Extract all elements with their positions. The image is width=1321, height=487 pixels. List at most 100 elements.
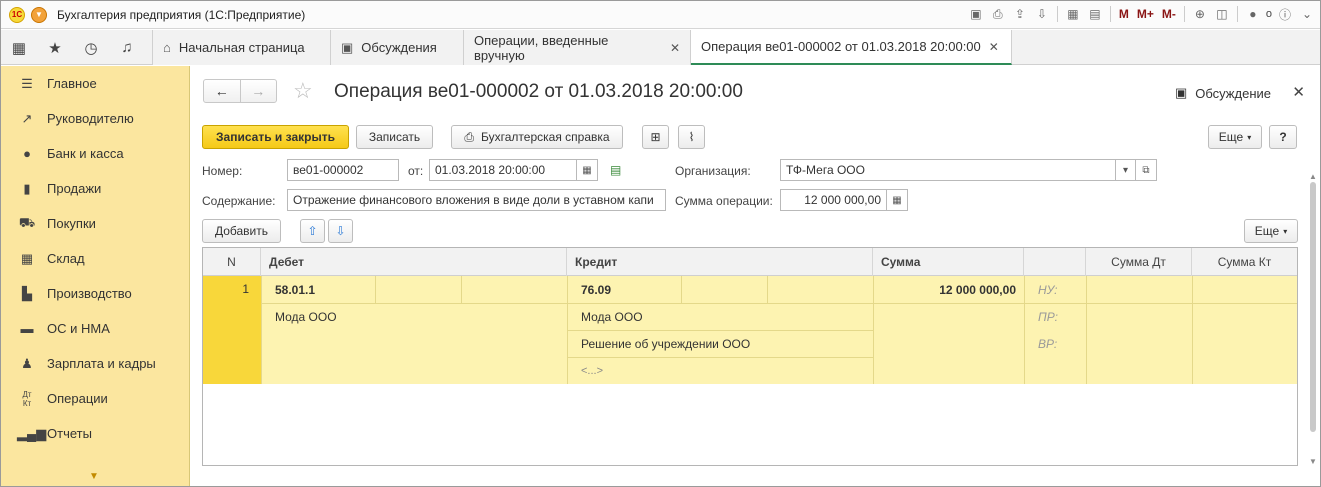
operation-sum-field[interactable]: 12 000 000,00 [780,189,887,211]
sidebar-item-main[interactable]: ☰ Главное [1,66,189,101]
tab-label: Начальная страница [178,40,305,55]
sidebar-item-purchases[interactable]: ⛟ Покупки [1,206,189,241]
sidebar-item-bank[interactable]: ● Банк и касса [1,136,189,171]
sidebar-item-label: Покупки [47,216,96,231]
panel-layout-icon[interactable]: ◫ [1213,5,1231,23]
favorite-star-icon[interactable]: ☆ [293,78,313,104]
column-header-sum-kt[interactable]: Сумма Кт [1192,248,1297,276]
sidebar-item-production[interactable]: ▙ Производство [1,276,189,311]
tax-label-nu: НУ: [1038,282,1058,297]
accounting-note-button[interactable]: ⎙ Бухгалтерская справка [451,125,623,149]
scroll-down-icon[interactable]: ▼ [1309,457,1317,466]
save-button[interactable]: Записать [356,125,433,149]
tax-label-pr: ПР: [1038,309,1058,324]
row-sum[interactable]: 12 000 000,00 [873,276,1016,303]
content-field[interactable]: Отражение финансового вложения в виде до… [287,189,666,211]
print-icon[interactable]: ⎙ [989,5,1007,23]
title-toolbar: ▣ ⎙ ⇪ ⇩ ▦ ▤ M M+ M- ⊕ ◫ ● о ⓘ ⌄ [967,5,1316,23]
debit-account[interactable]: 58.01.1 [275,276,315,303]
column-header-n[interactable]: N [203,248,261,276]
sidebar-item-warehouse[interactable]: ▦ Склад [1,241,189,276]
move-down-icon[interactable]: ⇩ [328,219,353,243]
user-name[interactable]: о [1266,8,1272,20]
credit-subconto-3[interactable]: <...> [581,357,603,384]
scroll-up-icon[interactable]: ▲ [1309,172,1317,181]
entries-table[interactable]: N Дебет Кредит Сумма Сумма Дт Сумма Кт 1 [202,247,1298,466]
column-header-sum[interactable]: Сумма [873,248,1024,276]
tax-label-vr: ВР: [1038,336,1058,351]
debit-subconto-1[interactable]: Мода ООО [275,303,337,330]
memory-m-button[interactable]: M [1117,7,1131,21]
form-scrollbar[interactable]: ▲ ▼ [1309,172,1317,466]
download-icon[interactable]: ⇩ [1033,5,1051,23]
quick-panel: ▦ ★ ◷ ♫ [1,30,153,65]
bag-icon: ▮ [23,180,31,196]
window-menu-icon[interactable]: ⌄ [1298,5,1316,23]
tab-discussions[interactable]: ▣ Обсуждения [331,30,464,65]
discussion-link[interactable]: ▣ Обсуждение [1175,85,1271,101]
sidebar-item-operations[interactable]: Дт Кт Операции [1,381,189,416]
save-icon[interactable]: ▣ [967,5,985,23]
move-up-icon[interactable]: ⇧ [300,219,325,243]
column-header-debit[interactable]: Дебет [261,248,567,276]
table-row[interactable]: 1 58.01.1 Мода ООО 76.09 Мода ООО Решени… [203,276,1297,384]
divider [461,276,462,303]
close-icon[interactable]: ✕ [1292,83,1305,101]
date-label: от: [408,164,424,178]
table-more-button[interactable]: Еще ▾ [1244,219,1298,243]
user-icon[interactable]: ● [1244,5,1262,23]
attach-button[interactable]: ⌇ [678,125,705,149]
sidebar-item-manager[interactable]: ↗ Руководителю [1,101,189,136]
column-header-credit[interactable]: Кредит [567,248,873,276]
favorites-star-icon[interactable]: ★ [37,30,73,65]
scroll-down-icon[interactable]: ▼ [89,471,99,482]
tab-operation-active[interactable]: Операция ве01-000002 от 01.03.2018 20:00… [691,30,1012,65]
tab-manual-operations[interactable]: Операции, введенные вручную ✕ [464,30,691,65]
divider [767,276,768,303]
save-and-close-button[interactable]: Записать и закрыть [202,125,349,149]
column-header-tax-type[interactable] [1024,248,1086,276]
help-button[interactable]: ? [1269,125,1297,149]
back-arrow-icon[interactable]: ← [204,80,240,102]
structure-button[interactable]: ⊞ [642,125,669,149]
zoom-icon[interactable]: ⊕ [1191,5,1209,23]
column-header-sum-dt[interactable]: Сумма Дт [1086,248,1192,276]
date-field[interactable]: 01.03.2018 20:00:00 [429,159,577,181]
trend-icon: ↗ [21,110,33,126]
history-icon[interactable]: ◷ [73,30,109,65]
info-icon[interactable]: ⓘ [1276,5,1294,23]
forward-arrow-icon[interactable]: → [239,80,277,102]
apps-grid-icon[interactable]: ▦ [1,30,37,65]
credit-subconto-1[interactable]: Мода ООО [581,303,643,330]
sidebar-item-payroll[interactable]: ♟ Зарплата и кадры [1,346,189,381]
add-row-button[interactable]: Добавить [202,219,281,243]
open-card-icon[interactable]: ⧉ [1136,159,1157,181]
close-tab-icon[interactable]: ✕ [670,41,680,55]
sidebar-item-label: Зарплата и кадры [47,356,156,371]
dropdown-chevron-icon[interactable]: ▾ [1116,159,1136,181]
sidebar-item-sales[interactable]: ▮ Продажи [1,171,189,206]
coin-icon: ● [23,146,31,161]
calendar-icon[interactable]: ▤ [1086,5,1104,23]
calculator-icon[interactable]: ▦ [887,189,908,211]
dt-kt-icon: Дт Кт [22,389,32,408]
main-menu-icon[interactable]: ▼ [31,6,47,23]
number-field[interactable]: ве01-000002 [287,159,399,181]
divider [261,276,262,384]
calculator-icon[interactable]: ▦ [1064,5,1082,23]
more-button[interactable]: Еще ▾ [1208,125,1262,149]
close-tab-icon[interactable]: ✕ [989,40,999,54]
organization-field[interactable]: ТФ-Мега ООО [780,159,1116,181]
scroll-thumb[interactable] [1310,182,1316,432]
tab-home[interactable]: ⌂ Начальная страница [153,30,331,65]
memory-minus-button[interactable]: M- [1160,7,1178,21]
notifications-bell-icon[interactable]: ♫ [109,30,145,65]
sidebar-item-reports[interactable]: ▂▄▆ Отчеты [1,416,189,451]
sidebar-item-assets[interactable]: ▬ ОС и НМА [1,311,189,346]
credit-subconto-2[interactable]: Решение об учреждении ООО [581,330,750,357]
history-nav: ← → [203,79,277,103]
credit-account[interactable]: 76.09 [581,276,611,303]
memory-plus-button[interactable]: M+ [1135,7,1156,21]
calendar-picker-icon[interactable]: ▦ [577,159,598,181]
upload-icon[interactable]: ⇪ [1011,5,1029,23]
